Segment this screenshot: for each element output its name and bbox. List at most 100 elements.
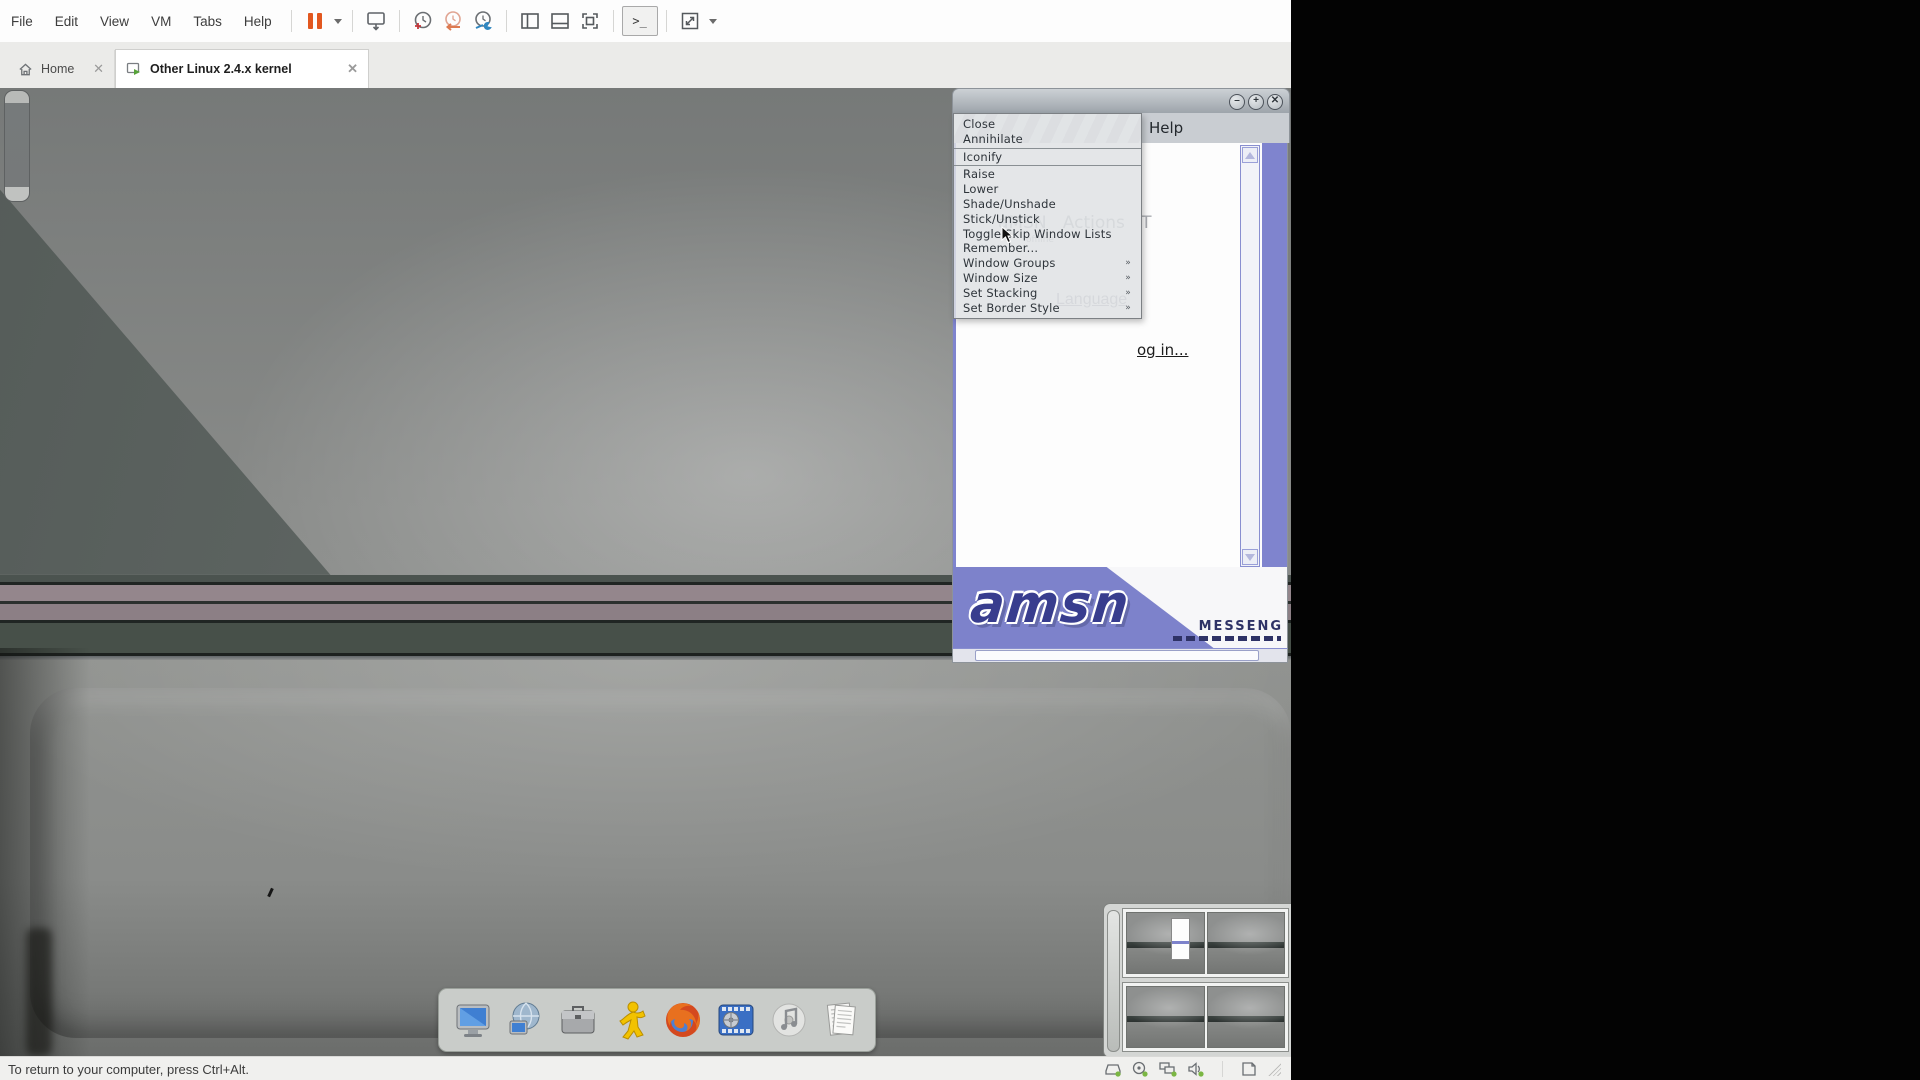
vm-console[interactable]: – + ✕ Help aMSN Actions T offline Langua… xyxy=(0,88,1291,1056)
pager-desktop-1[interactable] xyxy=(1126,912,1205,974)
dock-icon-firefox[interactable] xyxy=(660,997,706,1043)
pager-desktop-4[interactable] xyxy=(1207,986,1286,1048)
resize-display-button[interactable] xyxy=(675,6,705,36)
home-icon xyxy=(18,62,33,77)
minimize-button[interactable]: – xyxy=(1229,94,1245,110)
revert-snapshot-button[interactable] xyxy=(438,6,468,36)
amsn-messenger-text: MESSENG xyxy=(1199,619,1283,634)
vm-tab-icon xyxy=(126,61,142,77)
hard-disk-icon[interactable] xyxy=(1104,1061,1122,1077)
chevron-down-icon xyxy=(709,19,717,24)
amsn-banner: amsn MESSENG xyxy=(952,567,1288,649)
menu-edit[interactable]: Edit xyxy=(44,0,89,42)
resize-display-dropdown[interactable] xyxy=(705,6,719,36)
take-snapshot-button[interactable] xyxy=(408,6,438,36)
dock-icon-video-player[interactable] xyxy=(713,997,759,1043)
menu-item-window-size[interactable]: Window Size» xyxy=(954,271,1141,286)
pause-button[interactable] xyxy=(300,6,330,36)
menu-item-annihilate[interactable]: Annihilate xyxy=(954,132,1141,147)
amsn-menu-help[interactable]: Help xyxy=(1149,119,1183,137)
tab-vm-other-linux[interactable]: Other Linux 2.4.x kernel ✕ xyxy=(115,49,369,88)
toolbar-separator xyxy=(291,10,292,32)
toolbar-separator xyxy=(399,10,400,32)
close-button[interactable]: ✕ xyxy=(1267,94,1283,110)
submenu-arrow-icon: » xyxy=(1125,286,1131,301)
submenu-arrow-icon: » xyxy=(1125,301,1131,316)
tab-close-icon[interactable]: ✕ xyxy=(347,61,358,77)
fullscreen-button[interactable] xyxy=(575,6,605,36)
tab-home[interactable]: Home ✕ xyxy=(8,50,115,88)
dock-icon-documents[interactable] xyxy=(818,997,864,1043)
pager-row-1 xyxy=(1122,908,1289,978)
amsn-horizontal-scrollbar[interactable] xyxy=(952,648,1288,663)
menu-item-close[interactable]: Close xyxy=(954,117,1141,132)
tab-close-icon[interactable]: ✕ xyxy=(93,61,104,77)
menu-vm[interactable]: VM xyxy=(140,0,182,42)
menu-item-set-border-style[interactable]: Set Border Style» xyxy=(954,301,1141,316)
dock-icon-aim-messenger[interactable] xyxy=(608,997,654,1043)
amsn-titlebar[interactable]: – + ✕ xyxy=(952,88,1290,114)
menu-view[interactable]: View xyxy=(89,0,140,42)
wallpaper-smear xyxy=(26,928,52,1056)
scroll-down-icon[interactable] xyxy=(1242,549,1258,565)
maximize-button[interactable]: + xyxy=(1248,94,1264,110)
sound-icon[interactable] xyxy=(1187,1061,1205,1077)
menu-separator xyxy=(954,148,1141,149)
toolbar-separator xyxy=(506,10,507,32)
pager-desktop-2[interactable] xyxy=(1207,912,1286,974)
screenshot-stage: File Edit View VM Tabs Help xyxy=(0,0,1920,1080)
dock-icon-music-player[interactable] xyxy=(766,997,812,1043)
resize-grip[interactable] xyxy=(1267,1062,1281,1076)
message-log-icon[interactable] xyxy=(1240,1061,1258,1077)
terminal-button[interactable]: >_ xyxy=(622,6,658,36)
network-adapter-icon[interactable] xyxy=(1158,1061,1178,1077)
show-thumbnail-bar-button[interactable] xyxy=(545,6,575,36)
dock-icon-network-globe[interactable] xyxy=(502,997,548,1043)
pager-row-2 xyxy=(1122,982,1289,1052)
dock-bar xyxy=(438,988,876,1052)
manage-snapshots-button[interactable] xyxy=(468,6,498,36)
toolbar-separator xyxy=(666,10,667,32)
menu-item-set-stacking[interactable]: Set Stacking» xyxy=(954,286,1141,301)
pager-desktop-3[interactable] xyxy=(1126,986,1205,1048)
cd-dvd-icon[interactable] xyxy=(1131,1061,1149,1077)
vmware-window: File Edit View VM Tabs Help xyxy=(0,0,1291,1080)
menu-help[interactable]: Help xyxy=(233,0,283,42)
amsn-login-link[interactable]: og in... xyxy=(1137,341,1188,359)
amsn-vertical-scrollbar[interactable] xyxy=(1240,145,1260,567)
dock-icon-briefcase[interactable] xyxy=(555,997,601,1043)
menu-item-remember[interactable]: Remember... xyxy=(954,241,1141,256)
menu-item-stick-unstick[interactable]: Stick/Unstick xyxy=(954,212,1141,227)
tab-bar: Home ✕ Other Linux 2.4.x kernel ✕ xyxy=(0,42,1291,89)
menu-item-lower[interactable]: Lower xyxy=(954,182,1141,197)
menu-file[interactable]: File xyxy=(0,0,44,42)
menu-item-iconify[interactable]: Iconify xyxy=(954,150,1141,165)
menu-item-shade-unshade[interactable]: Shade/Unshade xyxy=(954,197,1141,212)
snapshot-manage-icon xyxy=(471,9,495,33)
tab-label: Home xyxy=(41,62,74,76)
snapshot-take-icon xyxy=(411,9,435,33)
show-library-button[interactable] xyxy=(515,6,545,36)
tab-label: Other Linux 2.4.x kernel xyxy=(150,62,292,76)
send-ctrl-alt-del-button[interactable] xyxy=(361,6,391,36)
menu-item-window-groups[interactable]: Window Groups» xyxy=(954,256,1141,271)
menu-item-raise[interactable]: Raise xyxy=(954,167,1141,182)
pause-dropdown[interactable] xyxy=(330,6,344,36)
scroll-up-icon[interactable] xyxy=(1242,147,1258,163)
resize-diagonal-icon xyxy=(679,10,701,32)
desktop-shelf-handle[interactable] xyxy=(4,90,30,202)
menu-item-toggle-skip-window-lists[interactable]: Toggle Skip Window Lists xyxy=(954,227,1141,242)
pager-handle[interactable] xyxy=(1107,910,1120,1052)
fullscreen-brackets-icon xyxy=(579,10,601,32)
menu-tabs[interactable]: Tabs xyxy=(182,0,233,42)
amsn-logo: amsn xyxy=(968,574,1134,635)
submenu-arrow-icon: » xyxy=(1125,256,1131,271)
toolbar-separator xyxy=(613,10,614,32)
pause-icon xyxy=(308,13,322,29)
dock-icon-my-computer[interactable] xyxy=(450,997,496,1043)
host-menubar: File Edit View VM Tabs Help xyxy=(0,0,1291,43)
submenu-arrow-icon: » xyxy=(1125,271,1131,286)
split-horizontal-icon xyxy=(549,10,571,32)
scrollbar-thumb[interactable] xyxy=(975,650,1259,661)
banner-squares xyxy=(1173,636,1281,641)
